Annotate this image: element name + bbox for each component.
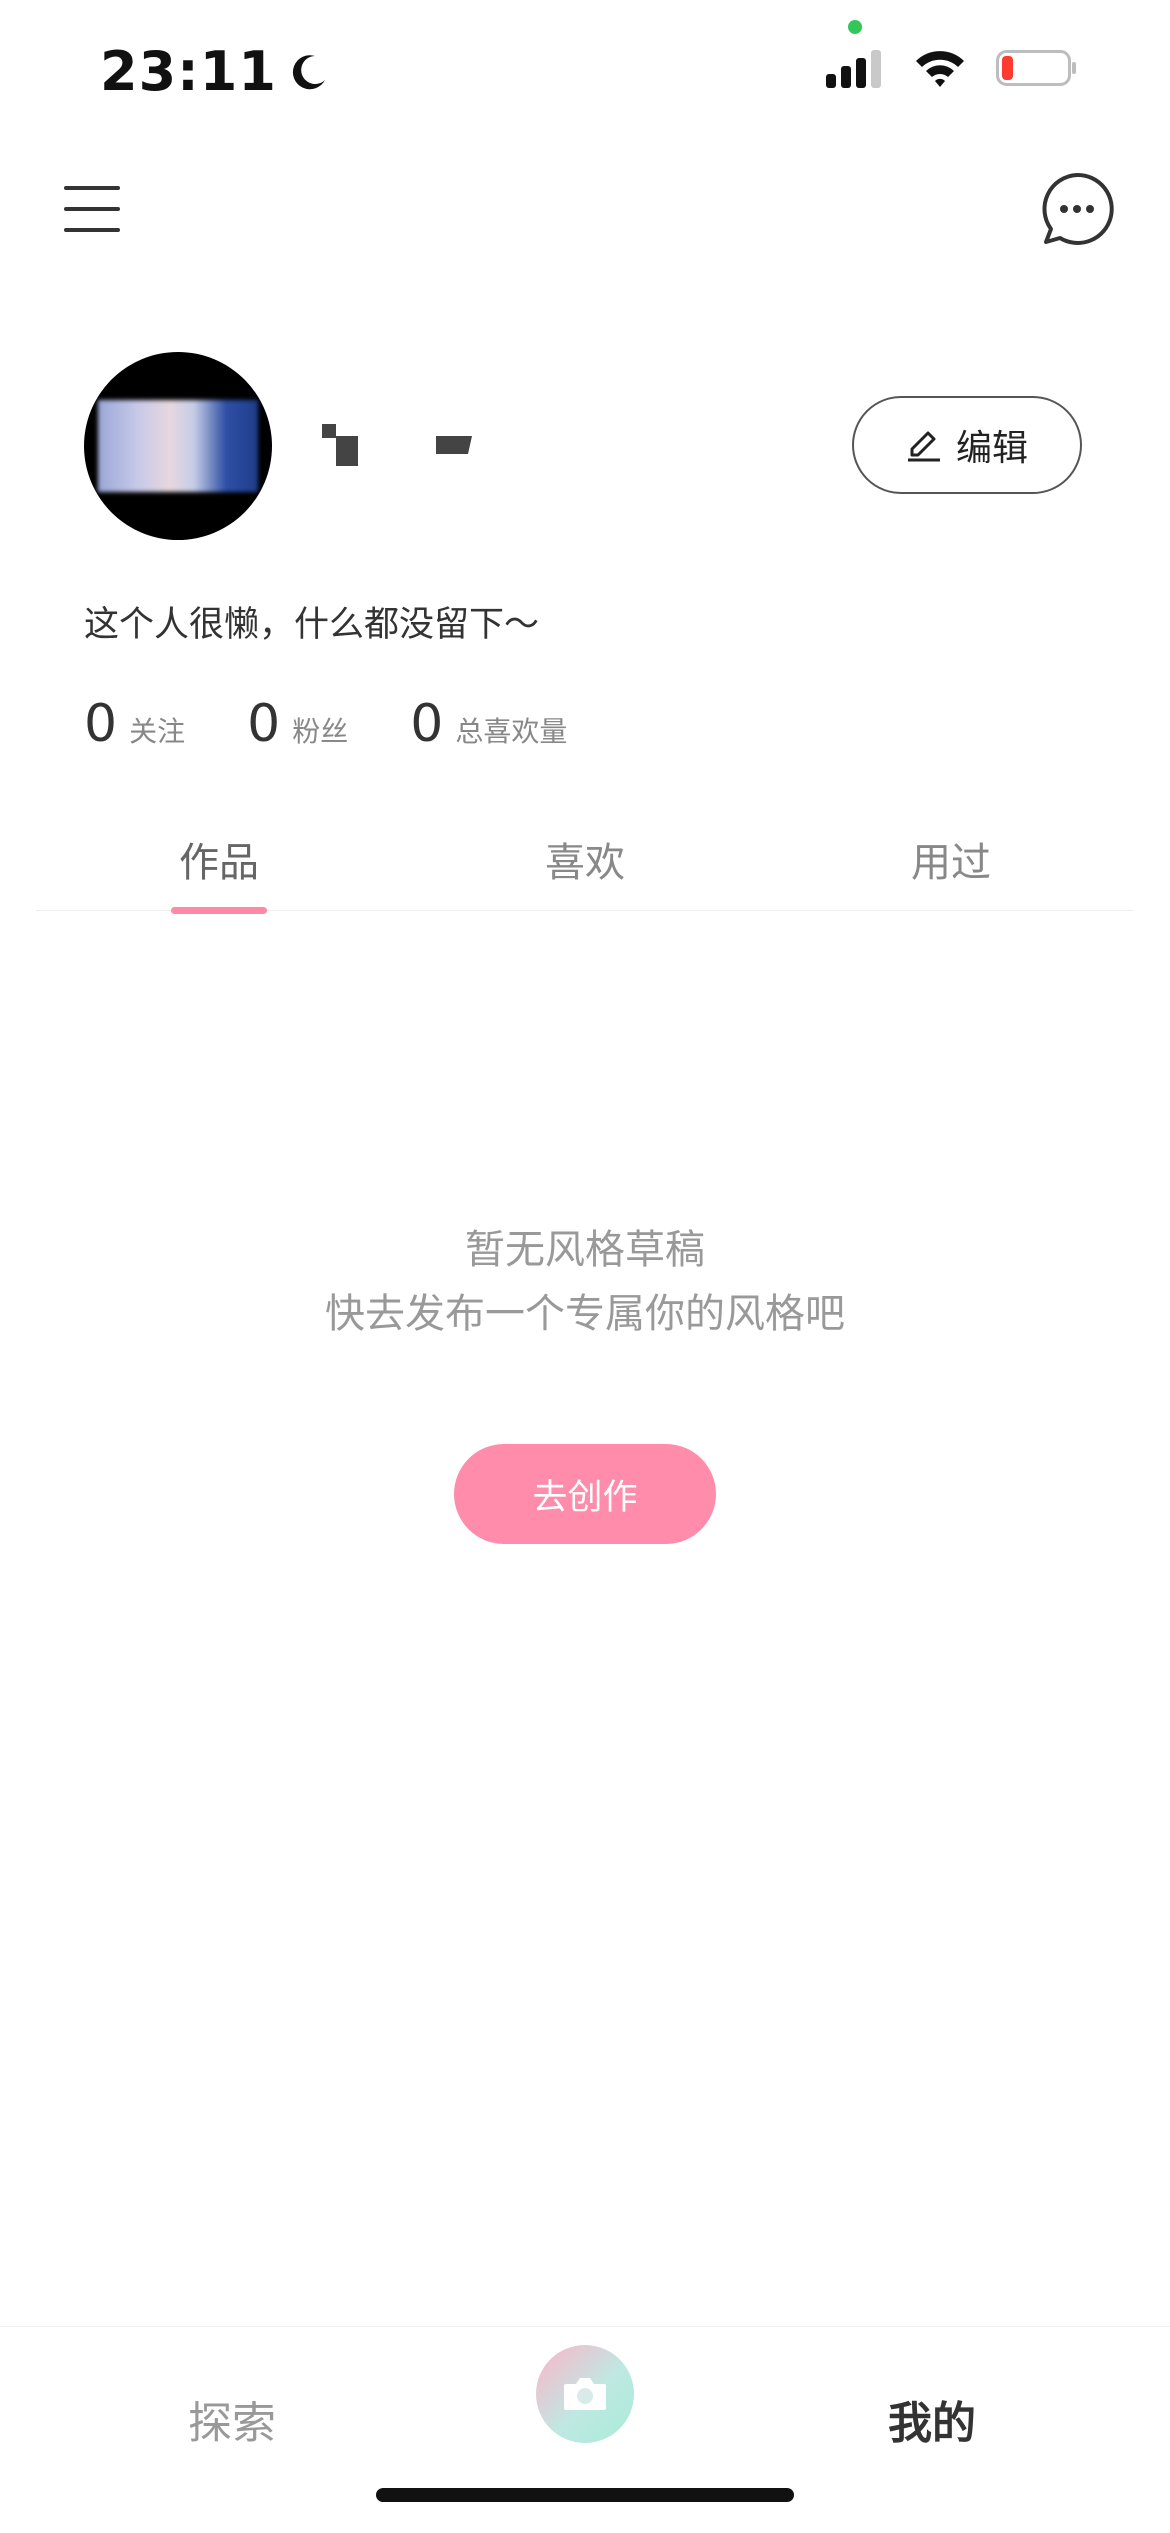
tab-works-label: 作品 bbox=[179, 840, 259, 886]
profile-bio: 这个人很懒，什么都没留下～ bbox=[84, 605, 540, 645]
stat-following-count: 0 bbox=[84, 694, 118, 754]
battery-low-icon bbox=[996, 50, 1076, 86]
tab-likes-label: 喜欢 bbox=[545, 840, 625, 886]
tab-used-label: 用过 bbox=[911, 840, 991, 886]
nav-explore[interactable]: 探索 bbox=[188, 2387, 276, 2451]
profile-tabs: 作品 喜欢 用过 bbox=[36, 830, 1134, 914]
privacy-indicator-dot bbox=[848, 20, 862, 34]
nav-mine[interactable]: 我的 bbox=[888, 2387, 976, 2451]
stat-total-likes[interactable]: 0 总喜欢量 bbox=[410, 694, 567, 754]
status-time: 23:11 bbox=[100, 40, 329, 103]
empty-state: 暂无风格草稿 快去发布一个专属你的风格吧 bbox=[0, 1218, 1170, 1346]
wifi-icon bbox=[916, 51, 964, 87]
avatar-image bbox=[98, 400, 258, 492]
pencil-icon bbox=[907, 431, 940, 462]
edit-profile-label: 编辑 bbox=[955, 428, 1028, 469]
empty-state-title: 暂无风格草稿 bbox=[465, 1227, 705, 1273]
status-time-text: 23:11 bbox=[100, 40, 277, 103]
username-obscured bbox=[322, 422, 482, 486]
stat-total-likes-count: 0 bbox=[410, 694, 444, 754]
stat-following[interactable]: 0 关注 bbox=[84, 694, 185, 754]
tab-used[interactable]: 用过 bbox=[768, 830, 1134, 910]
cellular-signal-icon bbox=[826, 50, 881, 88]
moon-icon bbox=[292, 54, 325, 89]
empty-state-subtitle: 快去发布一个专属你的风格吧 bbox=[325, 1291, 845, 1337]
stat-following-label: 关注 bbox=[129, 715, 186, 748]
profile-stats: 0 关注 0 粉丝 0 总喜欢量 bbox=[84, 694, 567, 754]
tab-likes[interactable]: 喜欢 bbox=[402, 830, 768, 910]
tab-works[interactable]: 作品 bbox=[36, 830, 402, 914]
status-icons bbox=[826, 48, 1078, 88]
tab-active-indicator bbox=[171, 907, 267, 914]
go-create-button[interactable]: 去创作 bbox=[454, 1444, 716, 1544]
stat-followers-count: 0 bbox=[247, 694, 281, 754]
menu-icon[interactable] bbox=[64, 186, 120, 232]
camera-icon bbox=[564, 2378, 606, 2410]
avatar[interactable] bbox=[84, 352, 272, 540]
stat-total-likes-label: 总喜欢量 bbox=[455, 715, 568, 748]
home-indicator[interactable] bbox=[376, 2488, 794, 2502]
stat-followers-label: 粉丝 bbox=[292, 715, 349, 748]
camera-button[interactable] bbox=[536, 2345, 634, 2443]
stat-followers[interactable]: 0 粉丝 bbox=[247, 694, 348, 754]
edit-profile-button[interactable]: 编辑 bbox=[852, 396, 1082, 494]
message-icon[interactable] bbox=[1038, 170, 1116, 248]
